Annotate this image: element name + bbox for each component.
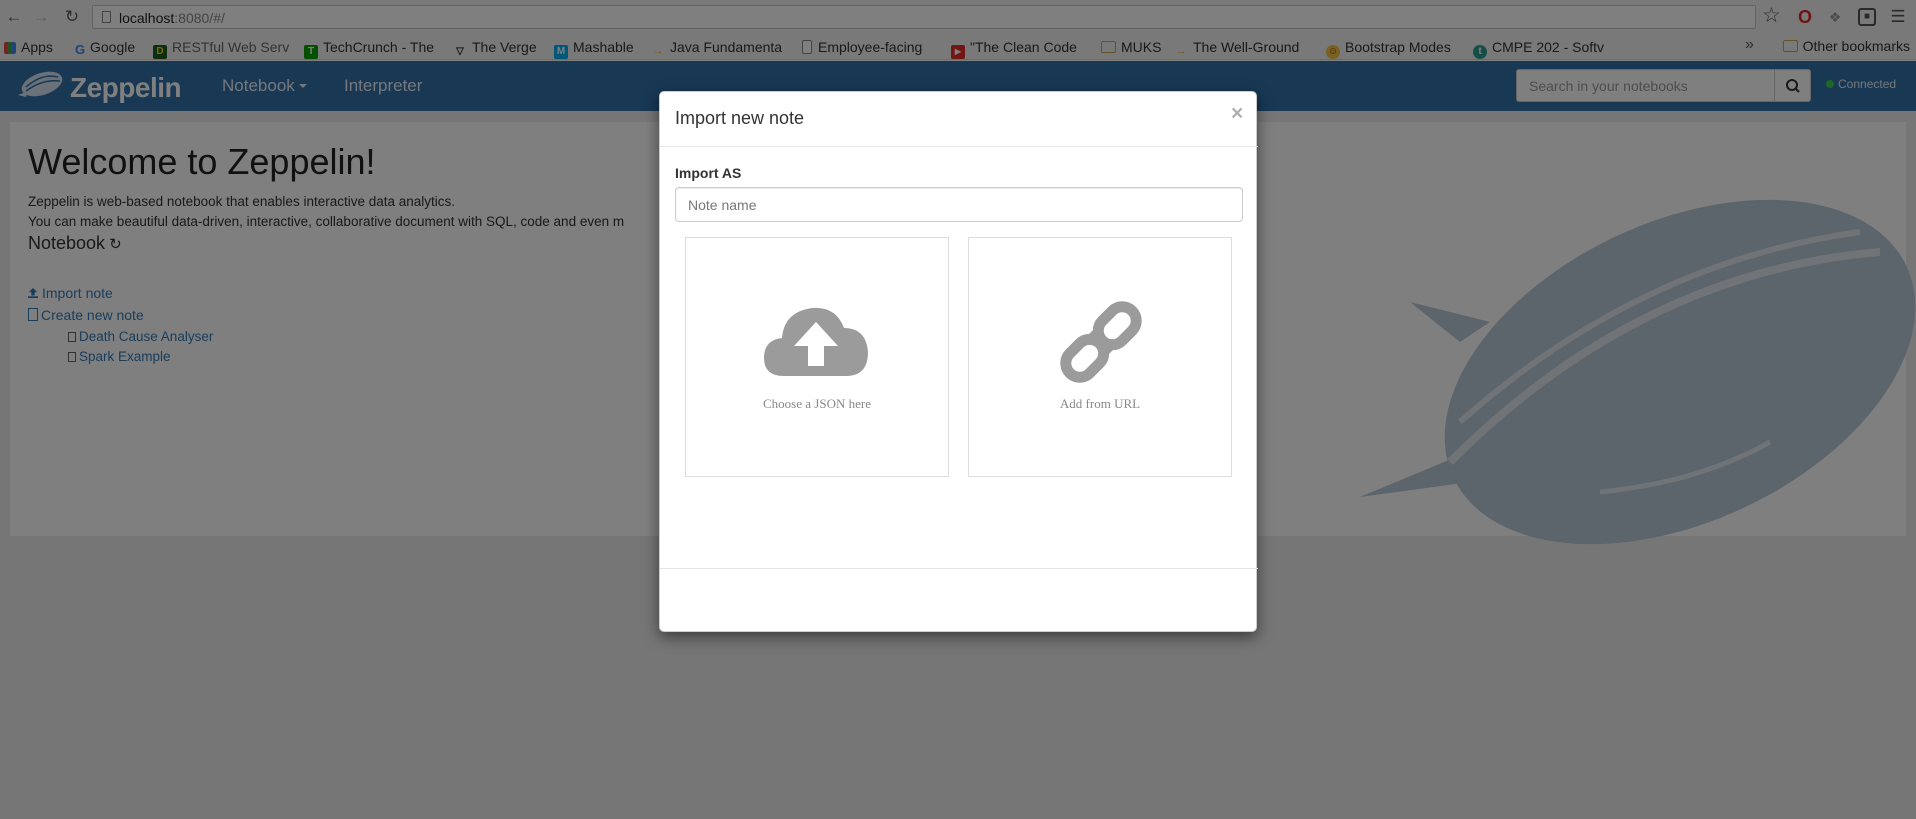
modal-footer-divider <box>660 568 1258 569</box>
modal-title: Import new note <box>675 108 805 128</box>
modal-header: Import new note × <box>660 92 1258 147</box>
cloud-upload-icon <box>764 307 868 376</box>
link-chain-icon <box>1060 301 1142 383</box>
close-button[interactable]: × <box>1231 103 1243 124</box>
import-as-label: Import AS <box>675 165 742 181</box>
choose-json-label: Choose a JSON here <box>763 396 871 411</box>
add-from-url-option[interactable]: Add from URL <box>968 237 1232 477</box>
import-note-modal: Import new note × Import AS Choose a JSO… <box>659 91 1258 632</box>
add-from-url-label: Add from URL <box>1059 396 1141 411</box>
note-name-input[interactable] <box>675 187 1243 222</box>
choose-json-option[interactable]: Choose a JSON here <box>685 237 949 477</box>
